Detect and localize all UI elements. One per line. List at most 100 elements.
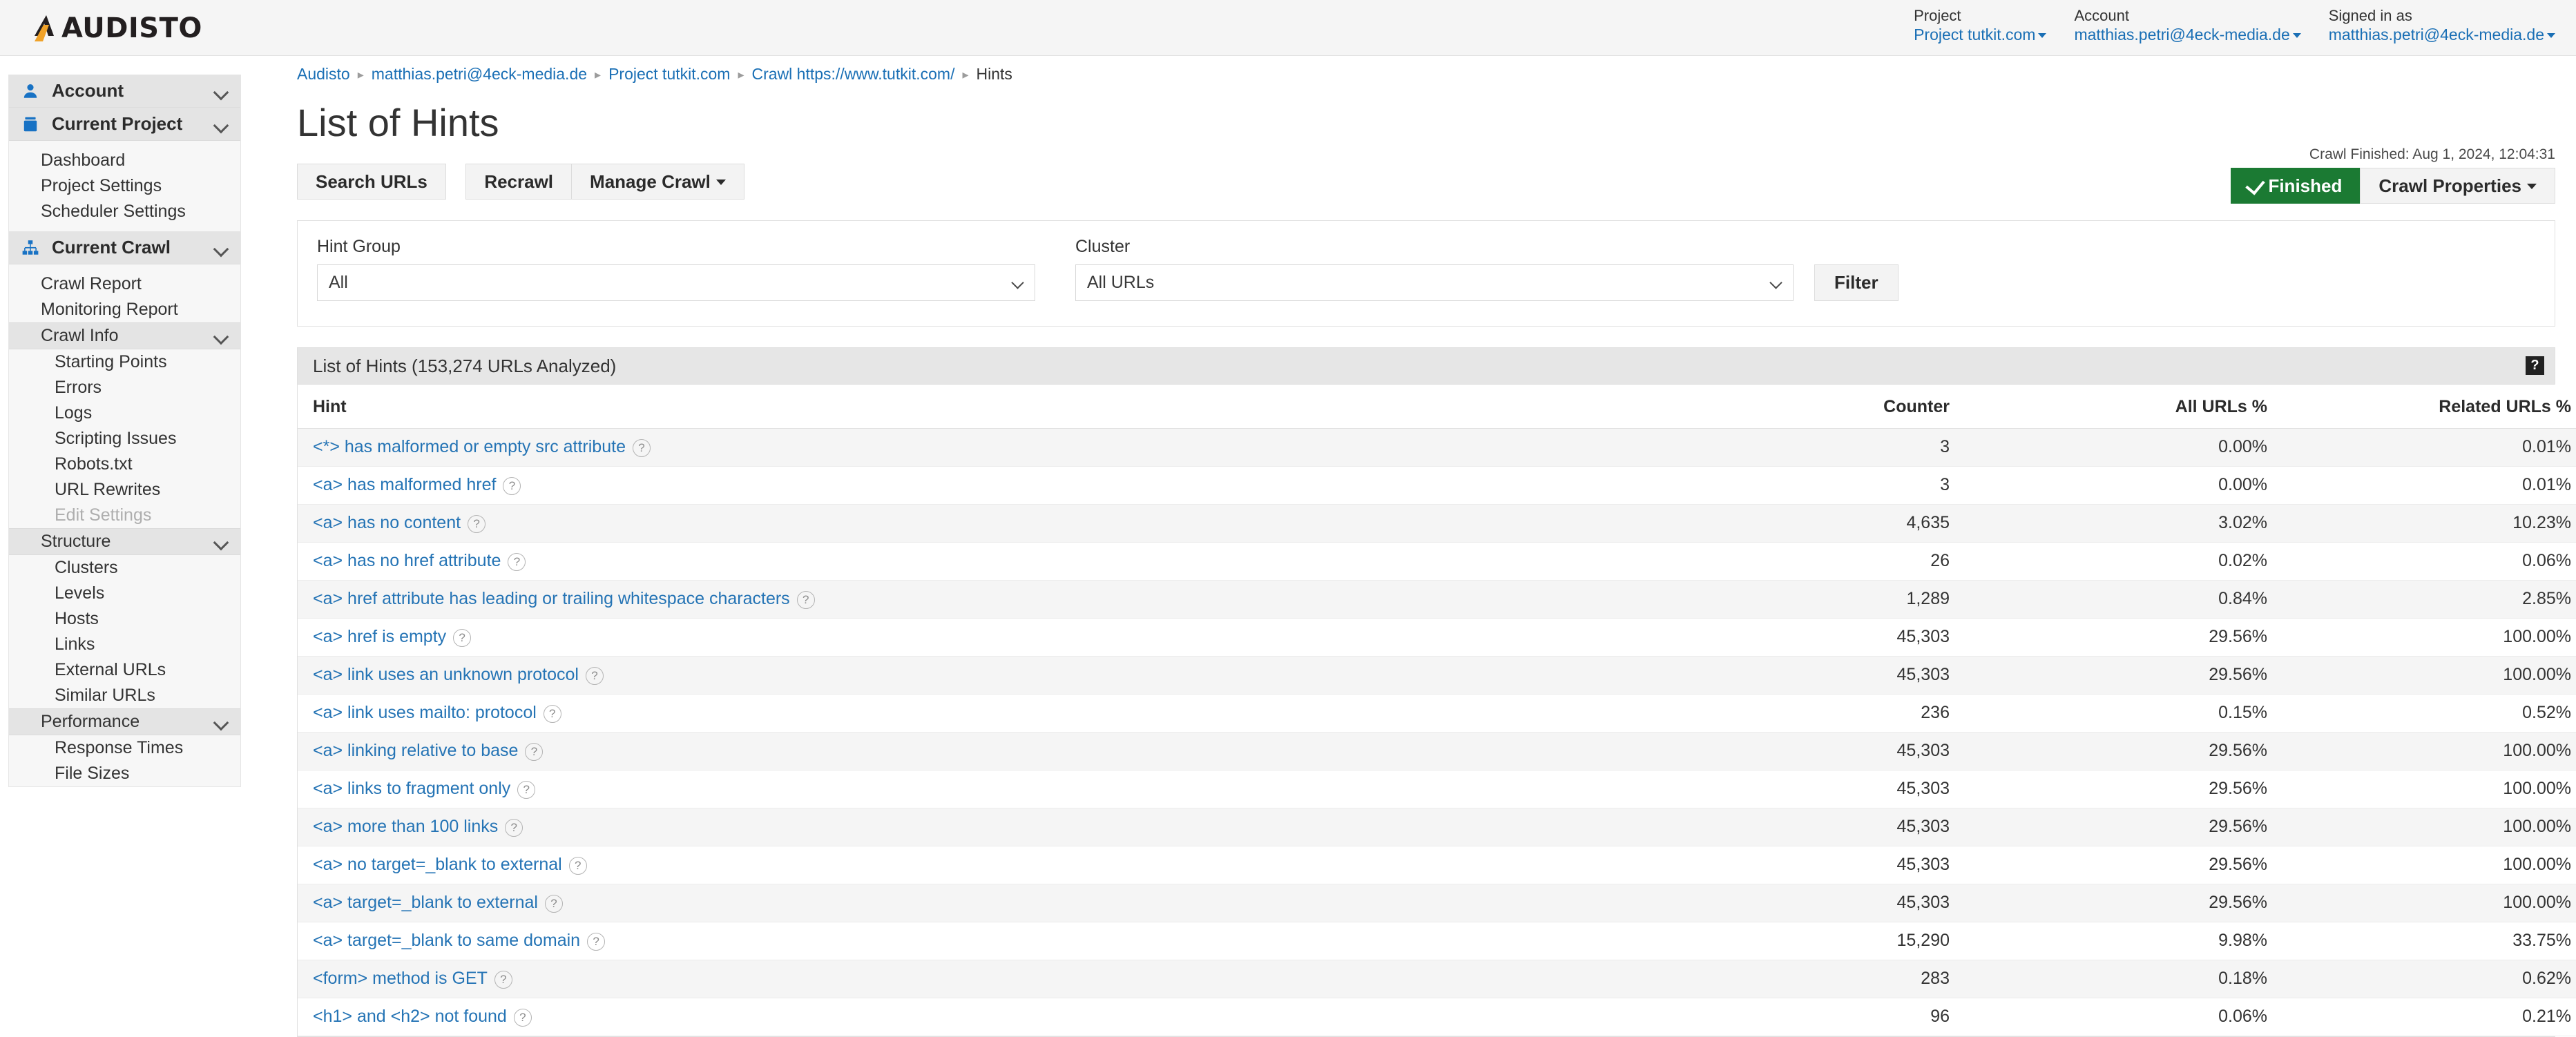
manage-crawl-button[interactable]: Manage Crawl	[571, 164, 744, 200]
breadcrumb-item-project[interactable]: Project tutkit.com	[608, 65, 730, 83]
question-mark-icon[interactable]: ?	[494, 971, 512, 989]
sidebar-item-links[interactable]: Links	[9, 632, 240, 657]
cell-counter: 15,290	[1660, 922, 1950, 960]
hint-link[interactable]: <*> has malformed or empty src attribute	[313, 437, 626, 456]
hint-group-select[interactable]: All	[317, 264, 1035, 301]
cell-related-urls-pct: 33.75%	[2267, 922, 2576, 960]
hint-link[interactable]: <a> href attribute has leading or traili…	[313, 589, 790, 608]
table-row: <form> method is GET? 283 0.18% 0.62%	[298, 960, 2576, 998]
question-mark-icon[interactable]: ?	[587, 933, 606, 951]
brand-logo[interactable]: AUDISTO	[30, 10, 202, 47]
hint-link[interactable]: <a> has malformed href	[313, 475, 496, 494]
recrawl-button[interactable]: Recrawl	[465, 164, 573, 200]
question-mark-icon[interactable]: ?	[544, 895, 563, 913]
question-mark-icon[interactable]: ?	[503, 477, 521, 495]
breadcrumb-item-audisto[interactable]: Audisto	[297, 65, 350, 83]
breadcrumb-separator-icon: ▸	[962, 68, 969, 81]
sidebar-item-response-times[interactable]: Response Times	[9, 735, 240, 761]
sidebar-item-account[interactable]: Account	[9, 75, 240, 108]
cell-related-urls-pct: 100.00%	[2267, 846, 2576, 884]
cell-hint: <a> target=_blank to same domain?	[298, 922, 1660, 960]
sidebar-item-hosts-label: Hosts	[55, 609, 99, 628]
sidebar-group-structure[interactable]: Structure	[9, 528, 240, 555]
filter-button[interactable]: Filter	[1814, 264, 1899, 301]
question-mark-icon[interactable]: ?	[513, 1009, 532, 1027]
sidebar-item-file-sizes[interactable]: File Sizes	[9, 761, 240, 786]
crawl-properties-button[interactable]: Crawl Properties	[2360, 168, 2555, 204]
question-mark-icon[interactable]: ?	[453, 629, 472, 647]
sidebar-item-project-settings[interactable]: Project Settings	[9, 173, 240, 199]
sidebar-item-levels[interactable]: Levels	[9, 581, 240, 606]
question-mark-icon[interactable]: ?	[517, 781, 536, 799]
cell-hint: <a> href is empty?	[298, 618, 1660, 657]
sidebar-item-dashboard[interactable]: Dashboard	[9, 148, 240, 173]
status-badge-finished[interactable]: Finished	[2231, 168, 2361, 204]
sidebar-item-scheduler-settings[interactable]: Scheduler Settings	[9, 199, 240, 224]
sidebar-item-errors[interactable]: Errors	[9, 375, 240, 400]
hint-link[interactable]: <a> link uses mailto: protocol	[313, 703, 537, 722]
sidebar-item-monitoring-report-label: Monitoring Report	[41, 300, 178, 319]
header-project-value[interactable]: Project tutkit.com	[1914, 25, 2047, 44]
sidebar-item-edit-settings-label: Edit Settings	[55, 505, 152, 525]
question-mark-icon[interactable]: ?	[505, 819, 523, 837]
sidebar-item-scripting-issues[interactable]: Scripting Issues	[9, 426, 240, 452]
audisto-a-mark-icon	[30, 12, 62, 44]
column-header-related-urls-pct[interactable]: Related URLs %	[2267, 385, 2576, 429]
cell-all-urls-pct: 0.15%	[1950, 694, 2267, 733]
hint-link[interactable]: <a> link uses an unknown protocol	[313, 665, 579, 684]
question-mark-icon[interactable]: ?	[632, 439, 651, 457]
column-header-hint[interactable]: Hint	[298, 385, 1660, 429]
cell-related-urls-pct: 0.62%	[2267, 960, 2576, 998]
cell-counter: 3	[1660, 466, 1950, 505]
column-header-all-urls-pct[interactable]: All URLs %	[1950, 385, 2267, 429]
question-mark-icon[interactable]: ?	[568, 857, 587, 875]
help-icon[interactable]: ?	[2526, 356, 2544, 375]
header-account-value[interactable]: matthias.petri@4eck-media.de	[2074, 25, 2301, 44]
hint-link[interactable]: <a> more than 100 links	[313, 817, 498, 836]
question-mark-icon[interactable]: ?	[468, 515, 486, 533]
sidebar-item-clusters[interactable]: Clusters	[9, 555, 240, 581]
hint-link[interactable]: <a> has no content	[313, 513, 461, 532]
manage-crawl-label: Manage Crawl	[590, 171, 711, 192]
breadcrumb-item-account[interactable]: matthias.petri@4eck-media.de	[372, 65, 587, 83]
cell-hint: <a> links to fragment only?	[298, 770, 1660, 808]
question-mark-icon[interactable]: ?	[796, 591, 815, 609]
question-mark-icon[interactable]: ?	[508, 553, 526, 571]
sidebar-item-monitoring-report[interactable]: Monitoring Report	[9, 297, 240, 322]
cluster-select[interactable]: All URLs	[1075, 264, 1794, 301]
hint-link[interactable]: <a> target=_blank to external	[313, 893, 538, 912]
cluster-value: All URLs	[1087, 273, 1155, 292]
hint-link[interactable]: <h1> and <h2> not found	[313, 1007, 507, 1026]
sidebar-item-similar-urls[interactable]: Similar URLs	[9, 683, 240, 708]
hint-link[interactable]: <a> linking relative to base	[313, 741, 518, 760]
breadcrumb-item-crawl[interactable]: Crawl https://www.tutkit.com/	[752, 65, 955, 83]
cell-counter: 4,635	[1660, 504, 1950, 543]
column-header-counter[interactable]: Counter	[1660, 385, 1950, 429]
sidebar-item-robots-txt[interactable]: Robots.txt	[9, 452, 240, 477]
top-bar: AUDISTO Project Project tutkit.com Accou…	[0, 0, 2576, 56]
sidebar-item-hosts[interactable]: Hosts	[9, 606, 240, 632]
hint-link[interactable]: <a> no target=_blank to external	[313, 855, 562, 874]
sidebar-group-crawl-info[interactable]: Crawl Info	[9, 322, 240, 349]
sidebar-item-logs[interactable]: Logs	[9, 400, 240, 426]
sidebar-item-starting-points-label: Starting Points	[55, 352, 167, 371]
hint-link[interactable]: <a> target=_blank to same domain	[313, 931, 580, 950]
hint-link[interactable]: <form> method is GET	[313, 969, 488, 988]
header-signed-in-value[interactable]: matthias.petri@4eck-media.de	[2329, 25, 2555, 44]
hint-link[interactable]: <a> links to fragment only	[313, 779, 510, 798]
sidebar-group-performance[interactable]: Performance	[9, 708, 240, 735]
question-mark-icon[interactable]: ?	[525, 743, 544, 761]
search-urls-button[interactable]: Search URLs	[297, 164, 446, 200]
hint-link[interactable]: <a> has no href attribute	[313, 551, 501, 570]
sidebar-item-starting-points[interactable]: Starting Points	[9, 349, 240, 375]
sidebar-item-external-urls[interactable]: External URLs	[9, 657, 240, 683]
sidebar-item-url-rewrites[interactable]: URL Rewrites	[9, 477, 240, 503]
sidebar-item-current-crawl[interactable]: Current Crawl	[9, 231, 240, 264]
sidebar-item-crawl-report[interactable]: Crawl Report	[9, 271, 240, 297]
sidebar-item-current-project[interactable]: Current Project	[9, 108, 240, 141]
question-mark-icon[interactable]: ?	[585, 667, 604, 685]
hint-link[interactable]: <a> href is empty	[313, 627, 446, 646]
question-mark-icon[interactable]: ?	[543, 705, 561, 723]
hints-table-header-row: Hint Counter All URLs % Related URLs %	[298, 385, 2576, 429]
breadcrumb-separator-icon: ▸	[595, 68, 602, 81]
